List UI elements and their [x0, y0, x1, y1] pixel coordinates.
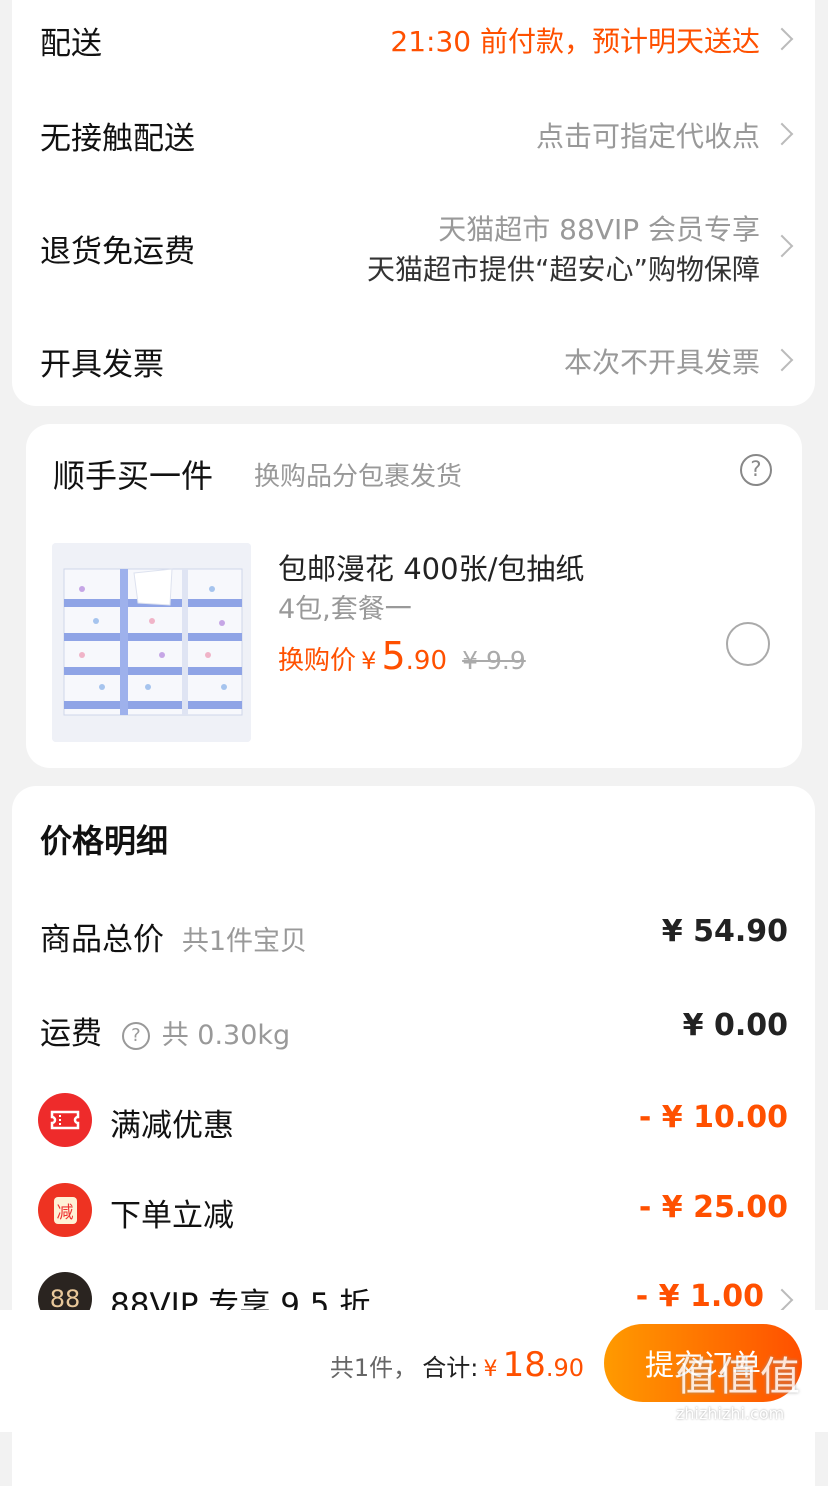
submit-order-button[interactable]: 提交订单 — [604, 1324, 802, 1402]
product-spec: 4包,套餐一 — [278, 594, 412, 625]
invoice-label: 开具发票 — [40, 347, 164, 383]
discount-amount: - ¥ 25.00 — [638, 1190, 788, 1225]
price-detail-title: 价格明细 — [40, 822, 169, 860]
discount-amount: - ¥ 1.00 — [635, 1279, 764, 1314]
question-circle-icon[interactable]: ? — [740, 454, 772, 486]
addon-title: 顺手买一件 — [53, 457, 214, 495]
footer-total-dec: .90 — [545, 1354, 584, 1382]
invoice-value: 本次不开具发票 — [563, 346, 760, 379]
freight-label: 运费 ? 共 0.30kg — [40, 1016, 291, 1052]
contactless-value: 点击可指定代收点 — [535, 120, 760, 153]
discount-amount: - ¥ 10.00 — [638, 1100, 788, 1135]
select-radio[interactable] — [726, 622, 770, 666]
goods-total-amount: ¥ 54.90 — [661, 914, 788, 949]
discount-label: 满减优惠 — [110, 1108, 234, 1144]
shipping-label: 配送 — [40, 26, 102, 62]
discount-label: 下单立减 — [110, 1198, 234, 1234]
footer-count: 共1件， — [329, 1354, 418, 1382]
footer-total-int: 18 — [502, 1345, 546, 1385]
return-shipping-label: 退货免运费 — [40, 234, 195, 270]
product-name[interactable]: 包邮漫花 400张/包抽纸 — [278, 546, 584, 588]
freight-amount: ¥ 0.00 — [682, 1008, 788, 1043]
product-price: 换购价 ¥ 5.90 ¥ 9.9 — [278, 634, 526, 678]
contactless-label: 无接触配送 — [40, 121, 195, 157]
footer-total: 共1件， 合计: ¥ 18.90 — [330, 1345, 584, 1385]
price-int: 5 — [381, 634, 406, 678]
footer-total-label: 合计: — [422, 1354, 479, 1382]
return-shipping-value-line1: 天猫超市 88VIP 会员专享 — [438, 213, 760, 246]
addon-subtitle: 换购品分包裹发货 — [254, 462, 463, 492]
price-label: 换购价 — [278, 646, 357, 676]
footer-currency: ¥ — [483, 1357, 498, 1382]
question-circle-icon[interactable]: ? — [121, 1021, 150, 1050]
submit-order-label: 提交订单 — [644, 1348, 761, 1382]
price-currency: ¥ — [361, 647, 377, 675]
goods-total-label: 商品总价 共1件宝贝 — [40, 922, 308, 958]
price-dec: .90 — [405, 646, 448, 676]
product-image[interactable] — [52, 543, 251, 742]
original-price: ¥ 9.9 — [462, 646, 526, 675]
ticket-icon — [38, 1093, 92, 1147]
return-shipping-value-line2: 天猫超市提供“超安心”购物保障 — [366, 253, 760, 286]
shipping-value: 21:30 前付款，预计明天送达 — [390, 25, 760, 58]
reduce-badge-icon: 减 — [38, 1183, 92, 1237]
